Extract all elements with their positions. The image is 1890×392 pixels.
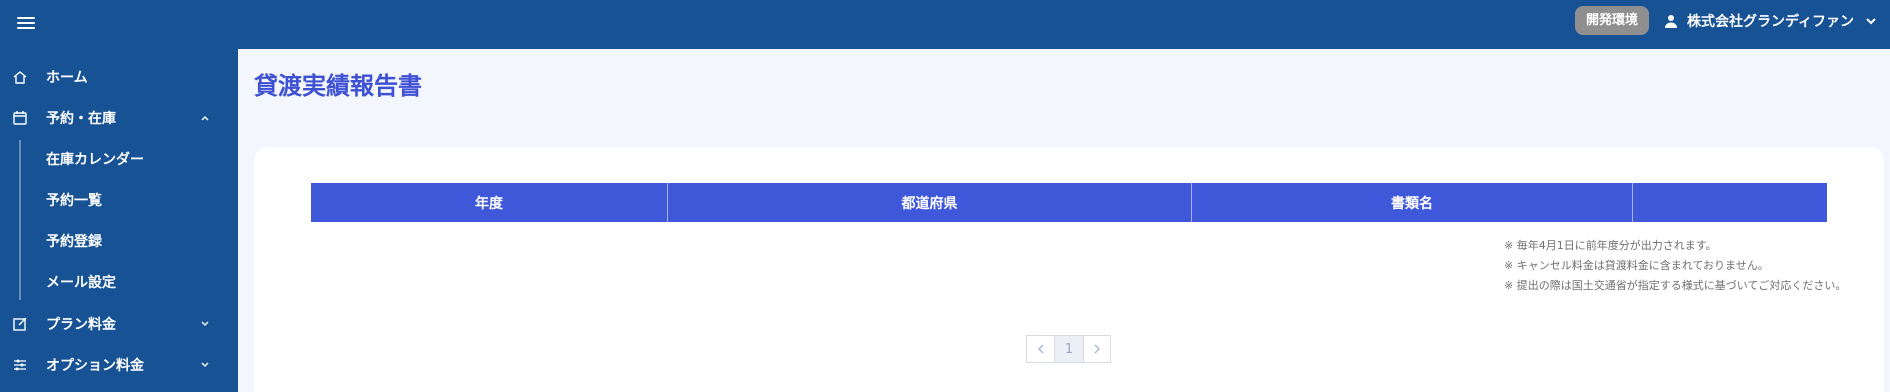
column-header-year: 年度 [311, 183, 668, 222]
sidebar-item-label: オプション料金 [46, 358, 144, 374]
person-icon [1665, 15, 1677, 28]
sidebar-item-stock-calendar[interactable]: 在庫カレンダー [0, 142, 238, 176]
note-line: ※ キャンセル料金は貸渡料金に含まれておりません。 [1504, 259, 1769, 272]
sidebar-item-label: 予約・在庫 [46, 111, 116, 127]
chevron-right-icon [1094, 344, 1100, 354]
user-menu[interactable]: 株式会社グランディファン [1663, 8, 1878, 34]
column-header-document-name: 書類名 [1192, 183, 1633, 222]
pagination: 1 [1026, 335, 1111, 363]
page-number[interactable]: 1 [1055, 335, 1083, 363]
company-name: 株式会社グランディファン [1687, 14, 1855, 30]
sidebar-item-reservation-register[interactable]: 予約登録 [0, 224, 238, 258]
note-line: ※ 毎年4月1日に前年度分が出力されます。 [1504, 239, 1717, 252]
sidebar-item-reservation-stock[interactable]: 予約・在庫 [0, 101, 238, 135]
column-header-prefecture: 都道府県 [668, 183, 1192, 222]
chevron-down-icon [201, 321, 209, 326]
prev-page-button[interactable] [1026, 335, 1055, 363]
sidebar-item-label: 予約登録 [46, 234, 102, 250]
edit-icon [13, 317, 27, 331]
sidebar-item-reservation-list[interactable]: 予約一覧 [0, 183, 238, 217]
next-page-button[interactable] [1083, 335, 1111, 363]
sidebar-item-label: メール設定 [46, 275, 116, 291]
chevron-down-icon [201, 362, 209, 367]
sidebar-item-mail-settings[interactable]: メール設定 [0, 265, 238, 299]
notes: ※ 毎年4月1日に前年度分が出力されます。 ※ キャンセル料金は貸渡料金に含まれ… [1504, 236, 1846, 296]
home-icon [13, 71, 27, 84]
sidebar-item-label: 予約一覧 [46, 193, 102, 209]
sidebar-item-label: ホーム [46, 70, 88, 86]
sidebar-item-option-price[interactable]: オプション料金 [0, 348, 238, 382]
page-title: 貸渡実績報告書 [254, 72, 422, 100]
sidebar-item-plan-price[interactable]: プラン料金 [0, 307, 238, 341]
hamburger-icon[interactable] [14, 11, 38, 35]
calendar-icon [13, 111, 27, 125]
environment-badge: 開発環境 [1575, 6, 1650, 35]
column-header-actions [1633, 183, 1827, 222]
sidebar-item-label: プラン料金 [46, 317, 116, 333]
sidebar: ホーム 予約・在庫 在庫カレンダー 予約一覧 予約登録 メール設定 プラン料金 … [0, 49, 238, 392]
sidebar-item-home[interactable]: ホーム [0, 60, 238, 94]
top-bar: 開発環境 株式会社グランディファン [0, 0, 1890, 49]
sidebar-item-label: 在庫カレンダー [46, 152, 144, 168]
chevron-left-icon [1037, 344, 1043, 354]
note-line: ※ 提出の際は国土交通省が指定する様式に基づいてご対応ください。 [1504, 279, 1847, 292]
chevron-down-icon [1866, 18, 1876, 25]
sliders-icon [14, 359, 26, 371]
table-header: 年度 都道府県 書類名 [311, 183, 1827, 222]
chevron-up-icon [201, 116, 209, 121]
